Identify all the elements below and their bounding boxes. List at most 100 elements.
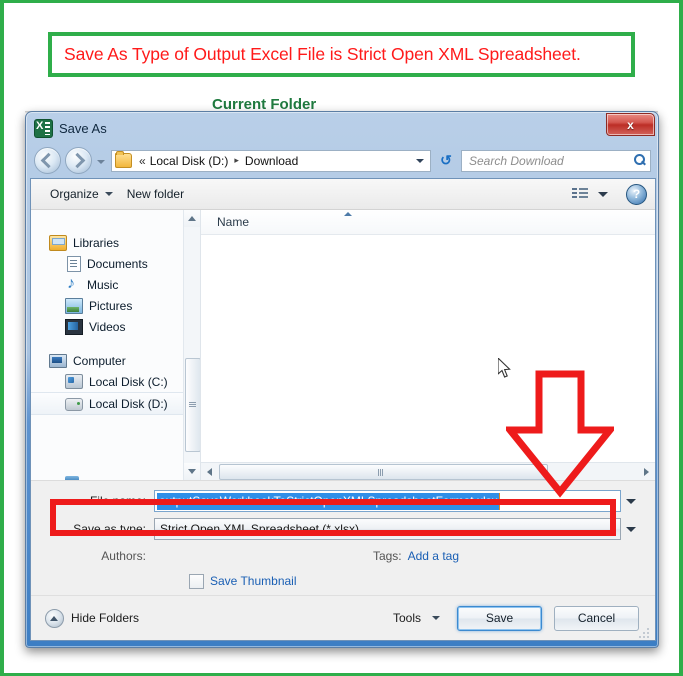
sidebar-item-label: Local Disk (D:) bbox=[89, 396, 168, 411]
search-placeholder: Search Download bbox=[469, 153, 564, 168]
dialog-titlebar: Save As x bbox=[26, 112, 658, 144]
back-arrow-icon[interactable] bbox=[34, 147, 61, 174]
save-thumbnail-label[interactable]: Save Thumbnail bbox=[210, 574, 297, 588]
file-list-body[interactable] bbox=[201, 235, 655, 462]
tools-label: Tools bbox=[392, 611, 421, 625]
view-chevron-down-icon[interactable] bbox=[598, 191, 608, 197]
organize-button[interactable]: Organize bbox=[43, 184, 120, 204]
savetype-chevron-down-icon[interactable] bbox=[621, 518, 639, 540]
chevron-up-icon bbox=[45, 608, 64, 628]
add-a-tag-link[interactable]: Add a tag bbox=[408, 549, 459, 563]
file-list-header: Name bbox=[201, 210, 655, 235]
sidebar-item-music[interactable]: Music bbox=[31, 274, 183, 295]
breadcrumb-overflow-icon[interactable]: « bbox=[135, 154, 150, 168]
column-header-name[interactable]: Name bbox=[201, 215, 249, 229]
scroll-left-icon[interactable] bbox=[201, 464, 218, 480]
scrollbar-thumb[interactable] bbox=[219, 463, 548, 480]
sidebar-item-label: Computer bbox=[73, 353, 126, 368]
sidebar-item-label: Libraries bbox=[73, 235, 120, 250]
savetype-value: Strict Open XML Spreadsheet (*.xlsx) bbox=[160, 522, 359, 536]
filename-chevron-down-icon[interactable] bbox=[621, 490, 639, 512]
new-folder-button[interactable]: New folder bbox=[120, 184, 191, 204]
excel-icon bbox=[35, 119, 52, 137]
filename-value: outputSaveWorkbookToStrictOpenXMLSpreads… bbox=[157, 492, 500, 510]
sidebar-item-local-disk-d[interactable]: Local Disk (D:) bbox=[31, 392, 183, 415]
dialog-title: Save As bbox=[59, 120, 107, 136]
sidebar-item-documents[interactable]: Documents bbox=[31, 253, 183, 274]
sidebar-item-label: Local Disk (C:) bbox=[89, 374, 168, 389]
close-icon: x bbox=[627, 117, 634, 132]
save-button[interactable]: Save bbox=[457, 605, 542, 631]
sidebar-item-label: Videos bbox=[89, 319, 126, 334]
scroll-up-icon[interactable] bbox=[184, 210, 200, 227]
resize-grip[interactable] bbox=[639, 626, 651, 638]
sidebar-item-pictures[interactable]: Pictures bbox=[31, 295, 183, 316]
help-icon[interactable]: ? bbox=[626, 183, 647, 205]
caption-text: Save As Type of Output Excel File is Str… bbox=[64, 44, 581, 64]
sort-ascending-icon bbox=[344, 212, 352, 216]
save-thumbnail-checkbox[interactable] bbox=[189, 573, 204, 589]
hide-folders-label: Hide Folders bbox=[71, 611, 140, 625]
navigation-scrollbar[interactable] bbox=[183, 210, 201, 480]
tags-label: Tags: bbox=[372, 549, 402, 563]
file-list-pane: Name bbox=[200, 210, 655, 480]
recent-locations-chevron-down-icon[interactable] bbox=[96, 151, 107, 171]
sidebar-item-label: Documents bbox=[87, 256, 148, 271]
address-bar[interactable]: « Local Disk (D:) ▸ Download bbox=[111, 149, 431, 172]
search-icon bbox=[633, 154, 646, 167]
cancel-button[interactable]: Cancel bbox=[554, 605, 639, 631]
caption-banner: Save As Type of Output Excel File is Str… bbox=[48, 32, 635, 77]
search-input[interactable]: Search Download bbox=[461, 149, 651, 172]
file-list-empty-region bbox=[603, 235, 655, 297]
filename-input[interactable]: outputSaveWorkbookToStrictOpenXMLSpreads… bbox=[154, 490, 621, 512]
sidebar-item-videos[interactable]: Videos bbox=[31, 316, 183, 337]
dialog-body: Organize New folder ? Libraries Document… bbox=[30, 178, 656, 641]
refresh-icon[interactable]: ↺ bbox=[435, 150, 457, 172]
videos-icon bbox=[65, 318, 83, 335]
scroll-right-icon[interactable] bbox=[638, 464, 655, 480]
navigation-pane: Libraries Documents Music Pictures Video… bbox=[31, 210, 183, 480]
hide-folders-button[interactable]: Hide Folders bbox=[45, 608, 140, 628]
chevron-down-icon bbox=[104, 192, 113, 196]
computer-icon bbox=[49, 353, 67, 368]
tools-button[interactable]: Tools bbox=[393, 611, 440, 625]
metadata-row: Authors: Tags: Add a tag bbox=[47, 545, 639, 567]
close-button[interactable]: x bbox=[606, 113, 655, 136]
documents-icon bbox=[67, 255, 81, 272]
address-chevron-down-icon[interactable] bbox=[411, 151, 428, 171]
file-list-horizontal-scrollbar[interactable] bbox=[201, 462, 655, 480]
sidebar-item-local-disk-c[interactable]: Local Disk (C:) bbox=[31, 371, 183, 392]
hard-disk-icon bbox=[65, 374, 83, 389]
dialog-footer: Hide Folders Tools Save Cancel bbox=[31, 595, 655, 640]
view-list-icon[interactable] bbox=[572, 187, 588, 201]
breadcrumb-item-drive[interactable]: Local Disk (D:) bbox=[150, 154, 229, 168]
organize-label: Organize bbox=[50, 187, 99, 201]
breadcrumb-separator-icon: ▸ bbox=[234, 155, 239, 165]
save-thumbnail-row: Save Thumbnail bbox=[47, 567, 639, 595]
sidebar-item-libraries[interactable]: Libraries bbox=[31, 232, 183, 253]
breadcrumb-item-folder[interactable]: Download bbox=[245, 154, 298, 168]
address-row: « Local Disk (D:) ▸ Download ↺ Search Do… bbox=[26, 144, 658, 177]
command-bar: Organize New folder ? bbox=[31, 179, 655, 210]
savetype-select[interactable]: Strict Open XML Spreadsheet (*.xlsx) bbox=[154, 518, 621, 540]
content-split: Libraries Documents Music Pictures Video… bbox=[31, 210, 655, 480]
sidebar-item-label: Music bbox=[87, 277, 119, 292]
chevron-down-icon bbox=[432, 616, 440, 620]
new-folder-label: New folder bbox=[126, 187, 185, 201]
save-form: File name: outputSaveWorkbookToStrictOpe… bbox=[31, 480, 655, 595]
scrollbar-thumb[interactable] bbox=[185, 358, 201, 452]
hard-disk-icon bbox=[65, 398, 83, 411]
savetype-row: Save as type: Strict Open XML Spreadshee… bbox=[47, 517, 639, 541]
forward-arrow-icon[interactable] bbox=[65, 147, 92, 174]
savetype-label: Save as type: bbox=[73, 522, 146, 536]
scroll-down-icon[interactable] bbox=[184, 463, 200, 480]
filename-row: File name: outputSaveWorkbookToStrictOpe… bbox=[47, 489, 639, 513]
music-icon bbox=[65, 275, 81, 293]
libraries-icon bbox=[49, 234, 67, 251]
pictures-icon bbox=[65, 297, 83, 314]
authors-label: Authors: bbox=[101, 549, 146, 563]
folder-icon bbox=[115, 151, 132, 168]
sidebar-item-computer[interactable]: Computer bbox=[31, 350, 183, 371]
filename-label: File name: bbox=[89, 494, 146, 508]
